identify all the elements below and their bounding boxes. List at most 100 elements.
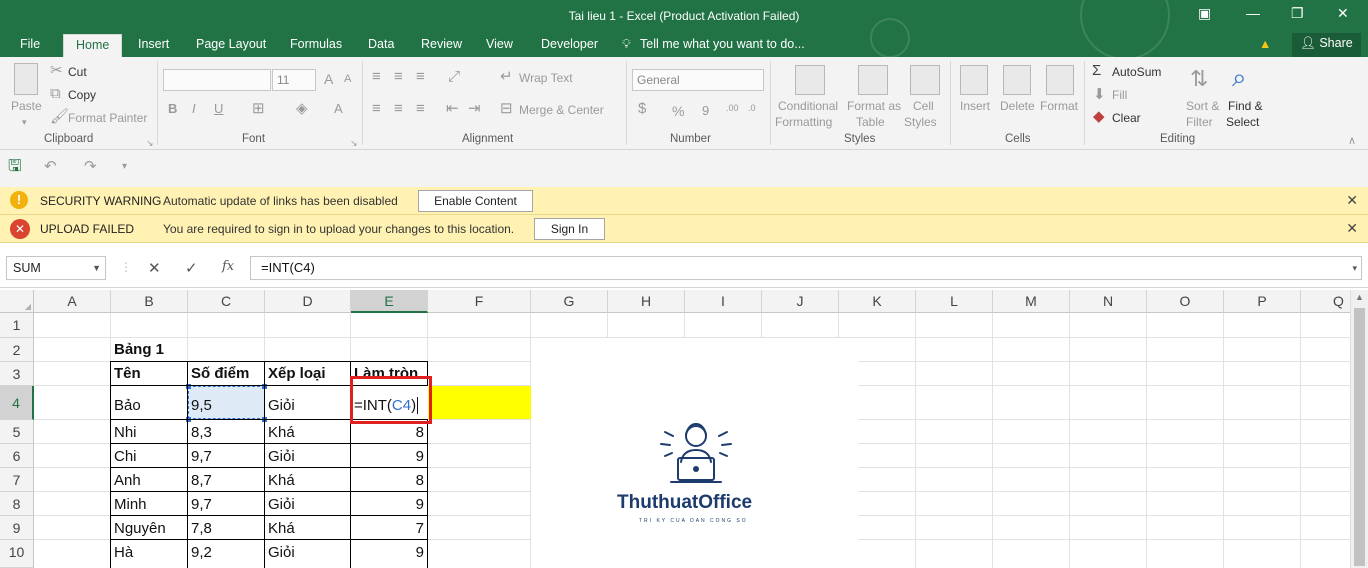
bold-button[interactable]: B	[168, 101, 177, 116]
ribbon-display-options-icon[interactable]: ▣	[1198, 5, 1211, 22]
shrink-font-button[interactable]: A	[344, 73, 351, 85]
select-all-corner[interactable]: ◢	[0, 290, 34, 313]
cell-score[interactable]: 7,8	[188, 520, 212, 537]
column-header-i[interactable]: I	[685, 290, 762, 313]
save-icon[interactable]: 🖫︎	[8, 159, 22, 175]
row-header-8[interactable]: 8	[0, 492, 34, 516]
scroll-up-icon[interactable]: ▲	[1355, 292, 1364, 302]
cell-name[interactable]: Nhi	[111, 424, 137, 441]
redo-icon[interactable]: ↷	[84, 159, 97, 175]
tab-data[interactable]: Data	[368, 34, 394, 57]
column-header-k[interactable]: K	[839, 290, 916, 313]
row-header-7[interactable]: 7	[0, 468, 34, 492]
tab-home[interactable]: Home	[63, 34, 123, 57]
cell-name[interactable]: Minh	[111, 496, 147, 513]
decrease-decimal-button[interactable]: .0	[748, 103, 756, 113]
paste-dropdown-icon[interactable]: ▾	[22, 117, 27, 128]
cell-score[interactable]: 9,5	[188, 397, 212, 414]
cell-round[interactable]: 7	[351, 520, 427, 537]
italic-button[interactable]: I	[192, 101, 196, 116]
cell-name[interactable]: Nguyên	[111, 520, 166, 537]
conditional-formatting-line2[interactable]: Formatting	[775, 115, 832, 129]
format-cells-button[interactable]: Format	[1040, 99, 1078, 113]
column-header-g[interactable]: G	[531, 290, 608, 313]
scroll-thumb[interactable]	[1354, 308, 1365, 566]
find-select-line2[interactable]: Select	[1226, 115, 1259, 129]
cell-score[interactable]: 9,7	[188, 448, 212, 465]
row-header-5[interactable]: 5	[0, 420, 34, 444]
close-icon[interactable]: ✕	[1346, 192, 1358, 209]
font-color-button[interactable]: A	[334, 101, 343, 116]
column-header-j[interactable]: J	[762, 290, 839, 313]
column-header-q[interactable]: Q	[1301, 290, 1350, 313]
expand-formula-bar-icon[interactable]: ▾	[1352, 257, 1357, 279]
underline-button[interactable]: U	[214, 101, 223, 116]
column-header-h[interactable]: H	[608, 290, 685, 313]
restore-button[interactable]: ❐	[1291, 5, 1304, 22]
dialog-launcher-icon[interactable]: ↘	[146, 135, 154, 151]
cell-name[interactable]: Bảo	[111, 397, 141, 414]
minimize-button[interactable]: —	[1246, 5, 1260, 21]
tab-developer[interactable]: Developer	[541, 34, 598, 57]
comma-style-button[interactable]: 9	[702, 103, 709, 118]
fill-color-icon[interactable]: ◈	[296, 101, 308, 117]
column-header-d[interactable]: D	[265, 290, 351, 313]
format-painter-button[interactable]: Format Painter	[68, 111, 147, 125]
row-header-1[interactable]: 1	[0, 313, 34, 338]
row-header-9[interactable]: 9	[0, 516, 34, 540]
cell-score[interactable]: 8,7	[188, 472, 212, 489]
grow-font-button[interactable]: A	[324, 71, 333, 87]
row-header-2[interactable]: 2	[0, 338, 34, 362]
chevron-down-icon[interactable]: ▼	[92, 257, 101, 279]
align-top-icon[interactable]: ≡	[372, 69, 381, 85]
align-middle-icon[interactable]: ≡	[394, 69, 403, 85]
cell-rank[interactable]: Giỏi	[265, 448, 295, 465]
formula-input[interactable]: =INT(C4) ▾	[250, 256, 1362, 280]
customize-qat-icon[interactable]: ▾	[122, 159, 127, 175]
format-as-table-line1[interactable]: Format as	[847, 99, 901, 113]
cell-round[interactable]: 8	[351, 472, 427, 489]
align-center-icon[interactable]: ≡	[394, 101, 403, 117]
accounting-format-icon[interactable]: $	[638, 101, 646, 117]
column-header-a[interactable]: A	[34, 290, 111, 313]
cell-name[interactable]: Chi	[111, 448, 137, 465]
paste-icon[interactable]	[14, 63, 38, 95]
cell-score[interactable]: 9,2	[188, 544, 212, 561]
sort-filter-line2[interactable]: Filter	[1186, 115, 1213, 129]
tab-insert[interactable]: Insert	[138, 34, 169, 57]
increase-indent-icon[interactable]: ⇥	[468, 101, 481, 117]
autosum-button[interactable]: AutoSum	[1112, 65, 1161, 79]
number-format-select[interactable]: General	[632, 69, 764, 91]
align-bottom-icon[interactable]: ≡	[416, 69, 425, 85]
cell-round[interactable]: 9	[351, 496, 427, 513]
cell-score[interactable]: 9,7	[188, 496, 212, 513]
cell-styles-line1[interactable]: Cell	[913, 99, 934, 113]
enable-content-button[interactable]: Enable Content	[418, 190, 533, 212]
tab-page-layout[interactable]: Page Layout	[196, 34, 266, 57]
cell-rank[interactable]: Giỏi	[265, 397, 295, 414]
format-as-table-line2[interactable]: Table	[856, 115, 885, 129]
borders-icon[interactable]: ⊞	[252, 101, 265, 117]
enter-entry-icon[interactable]: ✓	[185, 259, 198, 277]
tab-review[interactable]: Review	[421, 34, 462, 57]
sort-filter-line1[interactable]: Sort &	[1186, 99, 1219, 113]
cell-round[interactable]: 8	[351, 424, 427, 441]
close-icon[interactable]: ✕	[1346, 220, 1358, 237]
share-button[interactable]: 👤︎ Share	[1292, 33, 1361, 57]
column-header-e[interactable]: E	[351, 290, 428, 313]
close-button[interactable]: ✕	[1337, 5, 1349, 22]
highlight-cell[interactable]	[428, 386, 531, 419]
orientation-icon[interactable]: ⤢	[448, 69, 460, 85]
cell-name[interactable]: Hà	[111, 544, 133, 561]
row-header-6[interactable]: 6	[0, 444, 34, 468]
column-header-n[interactable]: N	[1070, 290, 1147, 313]
collapse-ribbon-icon[interactable]: ∧	[1348, 133, 1356, 149]
merge-center-button[interactable]: Merge & Center	[519, 103, 604, 117]
cell-styles-line2[interactable]: Styles	[904, 115, 937, 129]
undo-icon[interactable]: ↶	[44, 159, 57, 175]
name-box[interactable]: SUM ▼	[6, 256, 106, 280]
column-header-m[interactable]: M	[993, 290, 1070, 313]
cancel-entry-icon[interactable]: ✕	[148, 259, 161, 277]
dialog-launcher-icon[interactable]: ↘	[350, 135, 358, 151]
find-select-line1[interactable]: Find &	[1228, 99, 1263, 113]
